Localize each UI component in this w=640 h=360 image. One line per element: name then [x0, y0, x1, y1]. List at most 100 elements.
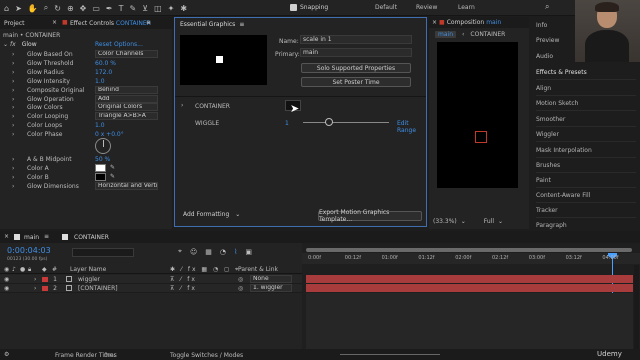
eyedropper-icon[interactable]: ✎ [110, 164, 115, 171]
eyedropper-icon[interactable]: ✎ [110, 173, 115, 180]
puppet-pin-tool-icon[interactable]: ✱ [180, 4, 187, 13]
right-panel-item[interactable]: Wiggler [536, 131, 636, 142]
wiggle-value[interactable]: 1 [285, 120, 289, 127]
layer-name[interactable]: wiggler [78, 276, 100, 283]
expand-arrow-icon[interactable]: › [12, 183, 14, 190]
tab-composition-comp[interactable]: main [486, 19, 501, 26]
layer-bar-container[interactable] [306, 284, 633, 292]
chevron-down-icon[interactable]: ⌄ [461, 218, 466, 225]
set-poster-time-button[interactable]: Set Poster Time [301, 77, 411, 87]
expand-arrow-icon[interactable]: › [181, 102, 183, 109]
expand-arrow-icon[interactable]: › [12, 165, 14, 172]
rectangle-tool-icon[interactable]: ▭ [92, 4, 100, 13]
lock-icon[interactable]: ■ [439, 19, 445, 26]
expand-arrow-icon[interactable]: › [12, 113, 14, 120]
brush-tool-icon[interactable]: ✎ [130, 4, 137, 13]
layer-label-color[interactable] [42, 277, 48, 282]
parent-dropdown[interactable]: None [250, 275, 292, 283]
expand-arrow-icon[interactable]: › [34, 276, 36, 283]
expand-arrow-icon[interactable]: › [12, 174, 14, 181]
param-value[interactable]: 1.0 [95, 78, 105, 85]
expand-arrow-icon[interactable]: › [12, 69, 14, 76]
close-icon[interactable]: × [4, 233, 9, 240]
name-field[interactable]: scale in 1 [300, 35, 412, 44]
param-value[interactable]: 60.0 % [95, 60, 116, 67]
color-phase-dial[interactable] [95, 138, 111, 154]
param-dropdown[interactable]: Triangle A>B>A [95, 112, 158, 121]
frame-blending-icon[interactable]: ▦ [205, 248, 212, 256]
expand-arrow-icon[interactable]: › [12, 87, 14, 94]
layer-row[interactable]: ◉ › 1 wiggler ⊼ ⁄ fx ◎ None [0, 275, 302, 284]
work-area-bar[interactable] [306, 248, 632, 252]
lock-icon[interactable]: ■ [62, 19, 68, 26]
home-icon[interactable]: ⌂ [4, 4, 9, 13]
fx-icon[interactable]: fx [10, 41, 16, 48]
layer-label-color[interactable] [42, 286, 48, 291]
essential-graphics-title[interactable]: Essential Graphics [180, 21, 235, 28]
parent-pickwhip-icon[interactable]: ◎ [238, 276, 243, 283]
breadcrumb-container[interactable]: CONTAINER [470, 31, 505, 38]
panel-menu-icon[interactable]: ≡ [146, 19, 151, 26]
parent-pickwhip-icon[interactable]: ◎ [238, 285, 243, 292]
workspace-review[interactable]: Review [416, 4, 437, 11]
layer-bar-wiggler[interactable] [306, 275, 633, 283]
tab-timeline-main[interactable]: main [24, 234, 39, 241]
expand-arrow-icon[interactable]: › [12, 131, 14, 138]
timecode[interactable]: 0:00:04:03 [7, 246, 51, 255]
right-panel-item[interactable]: Align [536, 85, 636, 96]
param-value[interactable]: 0 x +0.0° [95, 131, 124, 138]
rotate-tool-icon[interactable]: ↻ [54, 4, 61, 13]
close-icon[interactable]: × [432, 19, 437, 26]
motion-blur-icon[interactable]: ◔ [220, 248, 226, 256]
search-icon[interactable]: ⌕ [545, 2, 549, 12]
right-panel-item[interactable]: Mask Interpolation [536, 147, 636, 158]
wiggle-slider-handle[interactable] [325, 118, 333, 126]
tab-effect-controls[interactable]: Effect Controls CONTAINER [70, 20, 151, 27]
edit-range-link[interactable]: Edit Range [397, 120, 426, 134]
param-value[interactable]: 50 % [95, 156, 110, 163]
expand-arrow-icon[interactable]: › [12, 96, 14, 103]
right-panel-item[interactable]: Content-Aware Fill [536, 192, 636, 203]
param-dropdown[interactable]: Original Colors [95, 103, 158, 112]
panel-menu-icon[interactable]: ≡ [239, 21, 244, 28]
right-panel-item[interactable]: Effects & Presets [536, 69, 636, 80]
layer-name[interactable]: [CONTAINER] [78, 285, 118, 292]
eraser-tool-icon[interactable]: ◫ [154, 4, 162, 13]
param-dropdown[interactable]: Color Channels [95, 50, 158, 58]
param-dropdown[interactable]: Add [95, 94, 158, 103]
hand-tool-icon[interactable]: ✋ [28, 4, 38, 13]
layer-switches[interactable]: ⊼ ⁄ fx [170, 276, 197, 283]
resolution-dropdown[interactable]: Full [484, 218, 494, 225]
right-panel-item[interactable]: Paint [536, 177, 636, 188]
render-toggle-icon[interactable]: ⚙ [4, 351, 9, 358]
graph-editor-icon[interactable]: ⌇ [234, 248, 237, 256]
snapping-checkbox[interactable] [290, 4, 297, 11]
breadcrumb-main[interactable]: main [435, 31, 456, 38]
layer-switches[interactable]: ⊼ ⁄ fx [170, 285, 197, 292]
selection-tool-icon[interactable]: ➤ [15, 4, 22, 13]
right-panel-item[interactable]: Brushes [536, 162, 636, 173]
color-swatch[interactable] [95, 172, 106, 181]
expand-arrow-icon[interactable]: › [12, 51, 14, 58]
param-value[interactable]: 172.0 [95, 69, 112, 76]
pan-behind-tool-icon[interactable]: ✥ [80, 4, 87, 13]
add-formatting-dropdown[interactable]: Add Formatting ⌄ [181, 211, 243, 221]
tab-composition-label[interactable]: Composition [447, 19, 484, 26]
workspace-default[interactable]: Default [375, 4, 397, 11]
expand-arrow-icon[interactable]: › [12, 60, 14, 67]
tab-timeline-container[interactable]: CONTAINER [74, 234, 109, 241]
layer-row[interactable]: ◉ › 2 [CONTAINER] ⊼ ⁄ fx ◎ 1. wiggler [0, 284, 302, 293]
zoom-tool-icon[interactable]: ⌕ [44, 3, 48, 13]
param-value[interactable]: 1.0 [95, 122, 105, 129]
chevron-down-icon[interactable]: ⌄ [498, 218, 503, 225]
toggle-switches-modes-button[interactable]: Toggle Switches / Modes [170, 352, 243, 359]
expand-arrow-icon[interactable]: › [12, 156, 14, 163]
param-dropdown[interactable]: Horizontal and Vertica [95, 181, 158, 190]
reset-link[interactable]: Reset [95, 41, 112, 48]
type-tool-icon[interactable]: T [119, 4, 124, 13]
right-panel-item[interactable]: Motion Sketch [536, 100, 636, 111]
visibility-eye-icon[interactable]: ◉ [4, 285, 9, 292]
options-link[interactable]: Options... [114, 41, 143, 48]
camera-tool-icon[interactable]: ⊕ [67, 4, 74, 13]
wiggle-slider-track[interactable] [303, 122, 389, 123]
